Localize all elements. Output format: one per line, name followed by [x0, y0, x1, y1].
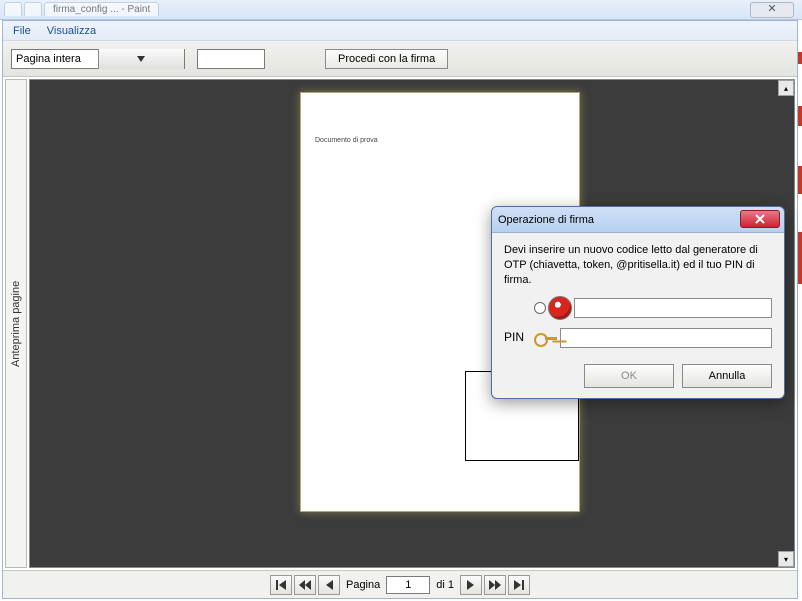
proceed-sign-button[interactable]: Procedi con la firma	[325, 49, 448, 69]
pin-row: PIN	[504, 328, 772, 348]
zoom-select-value: Pagina intera	[12, 53, 98, 65]
pager-label-suffix: di 1	[436, 579, 454, 591]
os-tab[interactable]	[24, 2, 42, 16]
os-tab-strip: firma_config ... - Paint	[4, 2, 159, 16]
toolbar: Pagina intera Procedi con la firma	[3, 41, 797, 77]
pager-fastback-button[interactable]	[294, 575, 316, 595]
pager-fastfwd-button[interactable]	[484, 575, 506, 595]
os-tab-active[interactable]: firma_config ... - Paint	[44, 2, 159, 16]
decorative-edge	[798, 106, 802, 126]
otp-radio[interactable]	[534, 302, 546, 314]
menubar: File Visualizza	[3, 21, 797, 41]
pin-input[interactable]	[560, 328, 772, 348]
pager-next-button[interactable]	[460, 575, 482, 595]
os-close-button[interactable]: ✕	[750, 2, 794, 18]
key-icon	[534, 330, 558, 346]
chevron-down-icon	[98, 49, 184, 69]
decorative-edge	[798, 52, 802, 64]
decorative-edge	[798, 166, 802, 194]
thumbnails-tab[interactable]: Anteprima pagine	[5, 79, 27, 568]
app-window: File Visualizza Pagina intera Procedi co…	[2, 20, 798, 599]
pager-page-input[interactable]	[386, 576, 430, 594]
pager-last-button[interactable]	[508, 575, 530, 595]
os-tab[interactable]	[4, 2, 22, 16]
menu-view[interactable]: Visualizza	[41, 23, 102, 39]
menu-file[interactable]: File	[7, 23, 37, 39]
otp-row	[504, 296, 772, 320]
dialog-cancel-button[interactable]: Annulla	[682, 364, 772, 388]
pager-prev-button[interactable]	[318, 575, 340, 595]
pin-label: PIN	[504, 329, 532, 345]
sign-dialog: Operazione di firma Devi inserire un nuo…	[491, 206, 785, 399]
dialog-ok-button[interactable]: OK	[584, 364, 674, 388]
decorative-edge	[798, 232, 802, 284]
zoom-select[interactable]: Pagina intera	[11, 49, 185, 69]
scroll-up-button[interactable]: ▴	[778, 80, 794, 96]
os-window-titlebar: firma_config ... - Paint ✕	[0, 0, 802, 20]
dialog-body: Devi inserire un nuovo codice letto dal …	[492, 233, 784, 352]
dialog-message: Devi inserire un nuovo codice letto dal …	[504, 243, 772, 288]
pager-bar: Pagina di 1	[3, 570, 797, 598]
otp-input[interactable]	[574, 298, 772, 318]
toolbar-text-input[interactable]	[197, 49, 265, 69]
dialog-title-text: Operazione di firma	[498, 214, 594, 226]
dialog-button-row: OK Annulla	[492, 352, 784, 388]
scroll-down-button[interactable]: ▾	[778, 551, 794, 567]
dialog-close-button[interactable]	[740, 210, 780, 228]
rsa-token-icon	[548, 296, 572, 320]
pager-label-prefix: Pagina	[346, 579, 380, 591]
dialog-titlebar[interactable]: Operazione di firma	[492, 207, 784, 233]
pager-first-button[interactable]	[270, 575, 292, 595]
document-text: Documento di prova	[315, 137, 378, 144]
